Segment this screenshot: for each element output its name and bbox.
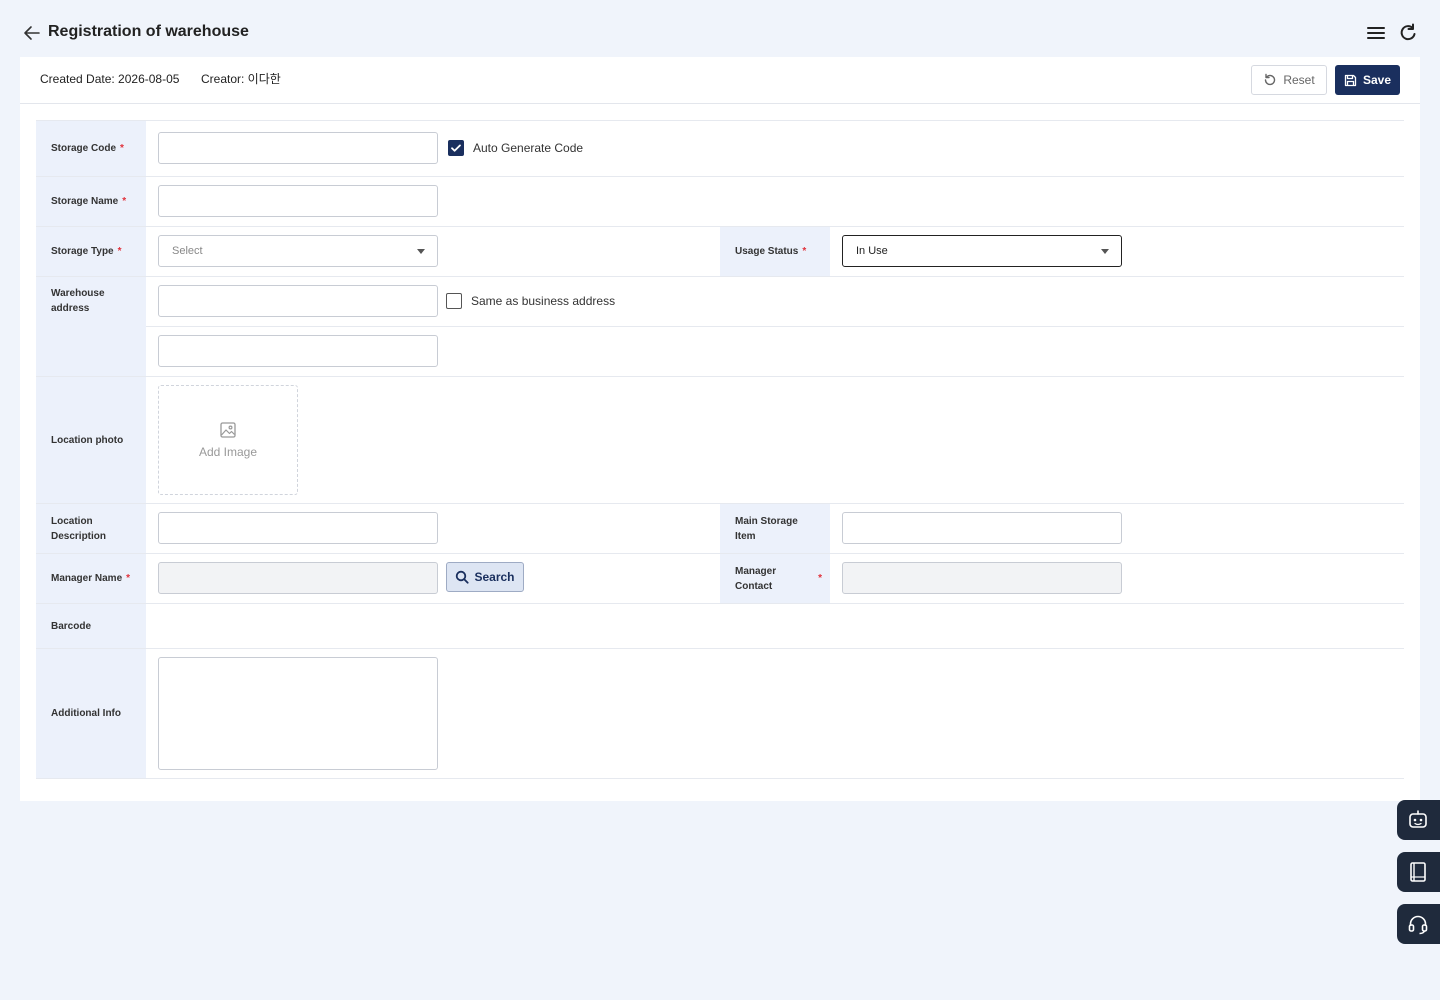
row-location-description: Location Description Main Storage Item	[36, 504, 1404, 554]
created-date: Created Date: 2026-08-05	[40, 72, 180, 86]
search-icon	[456, 570, 470, 584]
registration-card: Created Date: 2026-08-05 Creator: 이다한 Re…	[20, 57, 1420, 801]
address-line2-input[interactable]	[158, 335, 438, 367]
chevron-down-icon	[417, 249, 425, 254]
row-manager: Manager Name * Search Manager Contact *	[36, 554, 1404, 604]
card-header: Created Date: 2026-08-05 Creator: 이다한 Re…	[20, 57, 1420, 104]
storage-code-input[interactable]	[158, 132, 438, 164]
storage-name-input[interactable]	[158, 185, 438, 217]
label-storage-type: Storage Type *	[36, 227, 146, 276]
row-warehouse-address: Warehouse address Same as business addres…	[36, 277, 1404, 377]
location-description-input[interactable]	[158, 512, 438, 544]
address-line1-input[interactable]	[158, 285, 438, 317]
hamburger-menu-icon[interactable]	[1365, 22, 1387, 44]
support-button[interactable]	[1397, 904, 1440, 944]
label-usage-status: Usage Status *	[720, 227, 830, 276]
label-main-storage-item: Main Storage Item	[720, 504, 830, 553]
label-additional-info: Additional Info	[36, 649, 146, 778]
row-location-photo: Location photo Add Image	[36, 377, 1404, 504]
label-location-description: Location Description	[36, 504, 146, 553]
manager-name-input[interactable]	[158, 562, 438, 594]
top-bar: Registration of warehouse	[0, 0, 1440, 57]
book-icon	[1410, 862, 1426, 882]
divider	[146, 326, 1404, 327]
usage-status-value: In Use	[856, 245, 888, 257]
chatbot-button[interactable]	[1397, 800, 1440, 840]
label-manager-contact: Manager Contact *	[720, 554, 830, 603]
headset-icon	[1408, 915, 1428, 935]
search-label: Search	[474, 570, 515, 584]
save-disk-icon	[1344, 74, 1357, 86]
reset-label: Reset	[1283, 73, 1315, 87]
reset-icon	[1265, 73, 1276, 86]
auto-generate-checkbox[interactable]: Auto Generate Code	[448, 140, 583, 156]
label-storage-name: Storage Name *	[36, 177, 146, 226]
warehouse-form: Storage Code * Auto Generate Code Storage…	[36, 120, 1404, 779]
back-arrow-icon[interactable]	[22, 23, 42, 43]
same-as-business-label: Same as business address	[471, 294, 616, 308]
usage-status-select[interactable]: In Use	[842, 235, 1122, 267]
save-label: Save	[1362, 73, 1392, 87]
image-icon	[220, 422, 236, 438]
checkbox-checked-icon[interactable]	[448, 140, 464, 156]
add-image-label: Add Image	[198, 445, 258, 459]
refresh-icon[interactable]	[1398, 22, 1418, 44]
row-additional-info: Additional Info	[36, 649, 1404, 779]
checkbox-empty-icon[interactable]	[446, 293, 462, 309]
label-warehouse-address: Warehouse address	[36, 277, 146, 376]
search-button[interactable]: Search	[446, 562, 524, 592]
robot-icon	[1409, 810, 1427, 828]
manual-button[interactable]	[1397, 852, 1440, 892]
reset-button[interactable]: Reset	[1251, 65, 1327, 95]
creator: Creator: 이다한	[201, 72, 281, 86]
page-title: Registration of warehouse	[48, 23, 249, 40]
same-as-business-checkbox[interactable]: Same as business address	[446, 293, 615, 309]
label-location-photo: Location photo	[36, 377, 146, 503]
label-manager-name: Manager Name *	[36, 554, 146, 603]
row-storage-code: Storage Code * Auto Generate Code	[36, 121, 1404, 177]
add-image-upload[interactable]: Add Image	[158, 385, 298, 495]
chevron-down-icon	[1101, 249, 1109, 254]
row-barcode: Barcode	[36, 604, 1404, 649]
row-storage-type: Storage Type * Select Usage Status * In Us…	[36, 227, 1404, 277]
additional-info-textarea[interactable]	[158, 657, 438, 770]
storage-type-placeholder: Select	[172, 245, 203, 257]
label-barcode: Barcode	[36, 604, 146, 648]
row-storage-name: Storage Name *	[36, 177, 1404, 227]
main-storage-item-input[interactable]	[842, 512, 1122, 544]
manager-contact-input[interactable]	[842, 562, 1122, 594]
storage-type-select[interactable]: Select	[158, 235, 438, 267]
save-button[interactable]: Save	[1335, 65, 1400, 95]
auto-generate-label: Auto Generate Code	[473, 141, 584, 155]
label-storage-code: Storage Code *	[36, 121, 146, 176]
